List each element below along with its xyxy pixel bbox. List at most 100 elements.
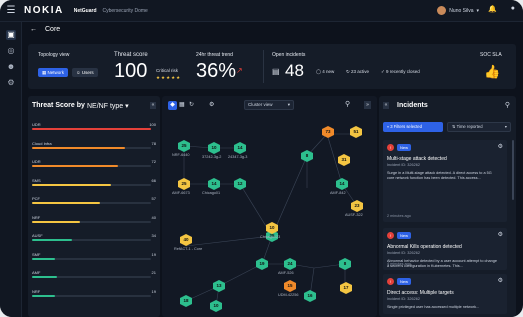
ne-type-select[interactable]: NE/NF type ▾ bbox=[87, 102, 129, 110]
topology-node-label: 37242-3g-2 bbox=[202, 155, 222, 159]
threat-score-status: Critical risk bbox=[156, 68, 178, 73]
incident-age: 2 minutes ago bbox=[387, 214, 411, 218]
incident-card[interactable]: ! New ⚙ Direct access: Multiple targets … bbox=[383, 274, 507, 314]
chevron-down-icon: ▾ bbox=[476, 7, 479, 14]
avatar bbox=[437, 6, 447, 15]
assign-icon[interactable]: ⚙ bbox=[498, 277, 503, 284]
open-incidents-count: 48 bbox=[285, 61, 304, 80]
network-button[interactable]: ▦ Network bbox=[38, 68, 69, 77]
severity-icon: ! bbox=[387, 232, 394, 239]
score-track bbox=[32, 220, 151, 223]
score-row-label: AUSF bbox=[32, 233, 43, 238]
dashboard-icon[interactable]: ▣ bbox=[6, 30, 16, 40]
users-button-label: Users bbox=[81, 70, 94, 75]
topology-node-label: AMF-526 bbox=[278, 271, 294, 275]
score-track bbox=[32, 257, 151, 260]
collapse-icon[interactable]: « bbox=[383, 102, 389, 109]
user-icon[interactable]: ☻ bbox=[6, 62, 16, 72]
score-row-value: 57 bbox=[151, 196, 156, 201]
scrollbar[interactable] bbox=[512, 140, 514, 200]
incident-description: Single privileged user has accessed mult… bbox=[387, 305, 480, 309]
topology-view-label: Topology view bbox=[38, 52, 70, 58]
status-badge: New bbox=[397, 144, 412, 151]
score-track bbox=[32, 276, 151, 278]
sort-label: Time reported bbox=[456, 124, 483, 129]
filters-label: 3 Filters selected bbox=[390, 124, 422, 129]
score-row[interactable]: NRF 19 bbox=[32, 289, 156, 299]
incident-id: Incident ID: 326262 bbox=[387, 297, 420, 301]
incident-title: Multi-stage attack detected bbox=[387, 156, 447, 162]
back-arrow-icon[interactable]: ← bbox=[30, 26, 37, 33]
score-row[interactable]: SMS 66 bbox=[32, 178, 156, 188]
status-badge: New bbox=[397, 232, 412, 239]
assign-icon[interactable]: ⚙ bbox=[498, 143, 503, 150]
filters-button[interactable]: ▿ 3 Filters selected bbox=[383, 122, 443, 132]
score-row-value: 66 bbox=[151, 177, 156, 183]
soc-sla-label: SOC SLA bbox=[480, 52, 502, 58]
incident-card[interactable]: ! New ⚙ Multi-stage attack detected Inci… bbox=[383, 140, 507, 222]
settings-icon[interactable]: ⚙ bbox=[6, 78, 16, 88]
users-button[interactable]: ☺ Users bbox=[72, 68, 98, 77]
score-row[interactable]: SMF 19 bbox=[32, 252, 156, 262]
network-button-label: Network bbox=[47, 70, 65, 75]
top-bar: ☰ NOKIA NetGuard Cybersecurity Dome Nuno… bbox=[0, 0, 523, 22]
bell-icon[interactable]: 🔔 bbox=[488, 5, 497, 13]
severity-icon: ! bbox=[387, 144, 394, 151]
score-row[interactable]: UDR 100 bbox=[32, 122, 156, 132]
score-row-label: NRF bbox=[32, 214, 41, 220]
score-track bbox=[32, 183, 151, 186]
users-icon: ☺ bbox=[76, 70, 81, 75]
closed-incidents: ✓ 9 recently closed bbox=[381, 69, 420, 74]
score-fill bbox=[32, 239, 73, 241]
incident-id: Incident ID: 326262 bbox=[387, 251, 420, 255]
new-incidents: ◯ 4 new bbox=[316, 69, 335, 74]
open-incidents-label: Open incidents bbox=[272, 52, 306, 58]
incident-age: 4 minutes ago bbox=[387, 262, 411, 266]
globe-icon[interactable]: ◎ bbox=[6, 46, 16, 56]
incident-card[interactable]: ! New ⚙ Abnormal Kills operation detecte… bbox=[383, 228, 507, 270]
user-name: Nuno Silva bbox=[449, 7, 474, 14]
score-row-value: 34 bbox=[151, 233, 156, 238]
page-title: Core bbox=[45, 26, 61, 33]
score-track bbox=[32, 165, 151, 167]
sort-select[interactable]: ⇅ Time reported ▾ bbox=[447, 122, 511, 132]
score-row[interactable]: NRF 40 bbox=[32, 215, 156, 225]
scores-title: Threat Score by bbox=[32, 102, 85, 109]
network-icon: ▦ bbox=[42, 70, 47, 75]
help-icon[interactable]: ● bbox=[511, 5, 515, 12]
score-row-label: NRF bbox=[32, 288, 41, 294]
score-row[interactable]: AUSF 34 bbox=[32, 233, 156, 243]
score-row[interactable]: PCF 57 bbox=[32, 196, 156, 206]
user-menu[interactable]: Nuno Silva ▾ bbox=[437, 6, 479, 15]
severity-icon: ! bbox=[387, 278, 394, 285]
score-track bbox=[32, 202, 151, 204]
incident-id: Incident ID: 326262 bbox=[387, 163, 420, 167]
threat-score-value: 100 bbox=[114, 60, 148, 82]
topology-node-label: NRF-6440 bbox=[172, 153, 190, 157]
left-rail: ▣ ◎ ☻ ⚙ bbox=[0, 22, 22, 317]
menu-icon[interactable]: ☰ bbox=[0, 5, 22, 16]
score-row-label: PCF bbox=[32, 196, 40, 201]
score-row-label: Cloud Infra bbox=[32, 140, 52, 146]
incident-title: Direct access: Multiple targets bbox=[387, 290, 454, 296]
search-icon[interactable]: ⚲ bbox=[505, 101, 510, 109]
score-row[interactable]: AMF 21 bbox=[32, 270, 156, 280]
app-window: ☰ NOKIA NetGuard Cybersecurity Dome Nuno… bbox=[0, 0, 523, 317]
trend-up-icon: ↗ bbox=[236, 66, 243, 75]
score-fill bbox=[32, 294, 55, 297]
assign-icon[interactable]: ⚙ bbox=[498, 231, 503, 238]
score-track bbox=[32, 294, 151, 297]
score-row[interactable]: UDR 72 bbox=[32, 159, 156, 169]
score-track bbox=[32, 239, 151, 241]
incidents-title: Incidents bbox=[397, 102, 428, 109]
score-row-label: SMF bbox=[32, 251, 41, 257]
score-fill bbox=[32, 165, 118, 167]
score-row[interactable]: Cloud Infra 78 bbox=[32, 141, 156, 151]
incidents-panel: « Incidents ⚲ ▿ 3 Filters selected ⇅ Tim… bbox=[379, 96, 516, 317]
score-fill bbox=[32, 202, 100, 204]
score-row-label: UDR bbox=[32, 122, 41, 127]
topology-canvas: ◆ ▦ ↻ ⚙ Cluster view ▾ ⚲ » 25 NRF-6440 10 37… bbox=[162, 96, 377, 317]
collapse-icon[interactable]: « bbox=[150, 102, 156, 109]
app-subtitle: Cybersecurity Dome bbox=[102, 7, 148, 14]
score-fill bbox=[32, 146, 125, 149]
